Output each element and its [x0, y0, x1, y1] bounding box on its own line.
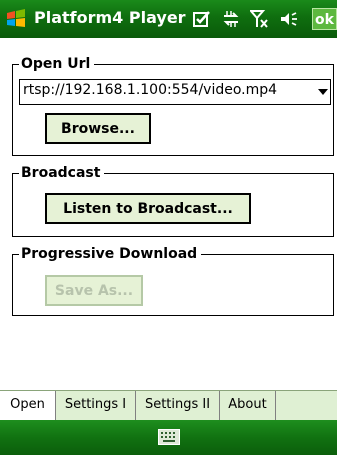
window-title: Platform4 Player	[34, 8, 186, 27]
progressive-download-legend: Progressive Download	[19, 245, 202, 263]
connectivity-icon[interactable]	[222, 10, 240, 28]
combo-dropdown-button[interactable]	[316, 80, 330, 104]
softkey-bar	[0, 420, 337, 455]
tab-settings-ii[interactable]: Settings II	[136, 391, 220, 420]
volume-icon[interactable]	[280, 10, 298, 28]
signal-icon[interactable]	[250, 10, 268, 28]
keyboard-icon[interactable]	[158, 429, 180, 445]
open-url-legend: Open Url	[19, 55, 95, 73]
tab-about[interactable]: About	[220, 391, 276, 420]
save-as-button: Save As...	[45, 275, 143, 306]
tab-strip: Open Settings I Settings II About	[0, 390, 337, 421]
progressive-download-group: Progressive Download Save As...	[12, 245, 334, 316]
title-bar: Platform4 Player ok	[0, 0, 337, 38]
broadcast-legend: Broadcast	[19, 164, 105, 182]
listen-to-broadcast-button[interactable]: Listen to Broadcast...	[45, 193, 251, 224]
url-combo-value[interactable]: rtsp://192.168.1.100:554/video.mp4	[23, 82, 277, 98]
ok-button[interactable]: ok	[312, 8, 337, 30]
tab-settings-i[interactable]: Settings I	[56, 391, 136, 420]
chevron-down-icon	[318, 89, 328, 95]
broadcast-group: Broadcast Listen to Broadcast...	[12, 164, 334, 237]
tasks-icon[interactable]	[193, 10, 211, 28]
tab-open[interactable]: Open	[0, 391, 56, 420]
windows-start-icon[interactable]	[6, 9, 26, 29]
open-url-group: Open Url rtsp://192.168.1.100:554/video.…	[12, 55, 334, 156]
browse-button[interactable]: Browse...	[45, 113, 151, 144]
url-combo-box[interactable]: rtsp://192.168.1.100:554/video.mp4	[19, 79, 331, 105]
